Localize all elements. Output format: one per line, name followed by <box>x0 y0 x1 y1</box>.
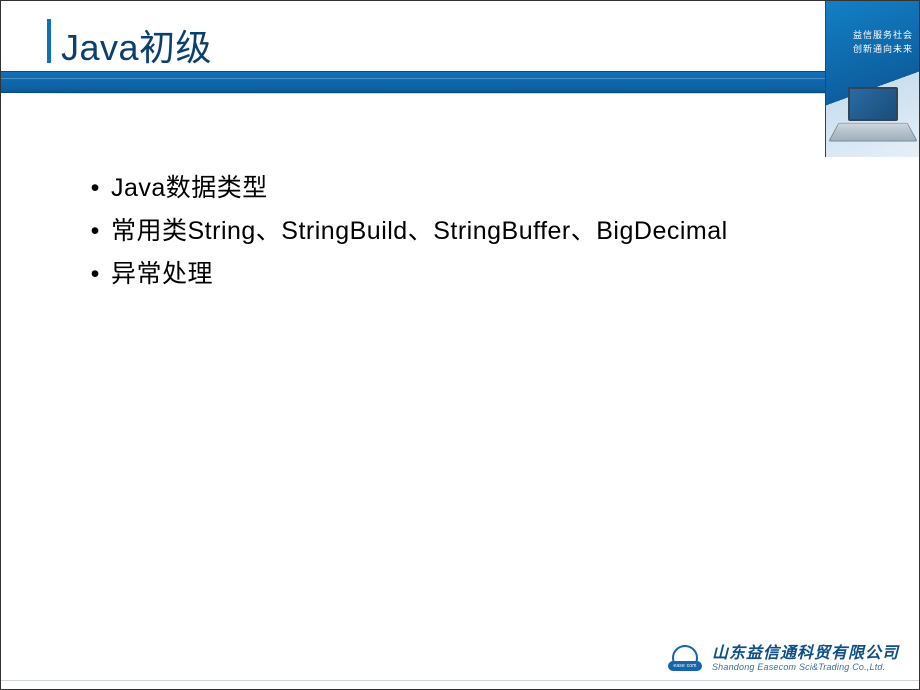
list-item: • 异常处理 <box>79 253 879 296</box>
slogan-line-2: 创新通向未来 <box>853 43 913 57</box>
footer-company-block: 山东益信通科贸有限公司 Shandong Easecom Sci&Trading… <box>712 645 899 672</box>
footer-divider <box>1 680 919 681</box>
bullet-icon: • <box>79 210 111 253</box>
slogan-line-1: 益信服务社会 <box>853 29 913 43</box>
title-accent-bar <box>47 19 51 63</box>
header-side-graphic: 益信服务社会 创新通向未来 <box>825 1 919 157</box>
list-item: • Java数据类型 <box>79 167 879 210</box>
list-item: • 常用类String、StringBuild、StringBuffer、Big… <box>79 210 879 253</box>
laptop-screen-shape <box>848 87 898 121</box>
slide-footer: ease com 山东益信通科贸有限公司 Shandong Easecom Sc… <box>668 645 899 673</box>
bullet-icon: • <box>79 167 111 210</box>
slide-content: • Java数据类型 • 常用类String、StringBuild、Strin… <box>79 167 879 296</box>
slide-header: Java初级 <box>1 1 919 87</box>
laptop-icon <box>834 87 912 143</box>
company-name-cn: 山东益信通科贸有限公司 <box>712 645 899 663</box>
bullet-text: 异常处理 <box>111 253 213 296</box>
company-slogan: 益信服务社会 创新通向未来 <box>853 29 913 56</box>
logo-banner-text: ease com <box>668 661 702 671</box>
header-underline <box>1 93 919 94</box>
bullet-icon: • <box>79 253 111 296</box>
laptop-keyboard-shape <box>828 123 918 142</box>
slide-title: Java初级 <box>61 19 212 71</box>
company-name-en: Shandong Easecom Sci&Trading Co.,Ltd. <box>712 663 885 673</box>
header-decorative-band <box>1 71 825 93</box>
bullet-text: 常用类String、StringBuild、StringBuffer、BigDe… <box>111 210 728 253</box>
bullet-text: Java数据类型 <box>111 167 268 210</box>
company-logo-icon: ease com <box>668 645 702 673</box>
slide: Java初级 益信服务社会 创新通向未来 • Java数据类型 • 常用类Str… <box>0 0 920 690</box>
